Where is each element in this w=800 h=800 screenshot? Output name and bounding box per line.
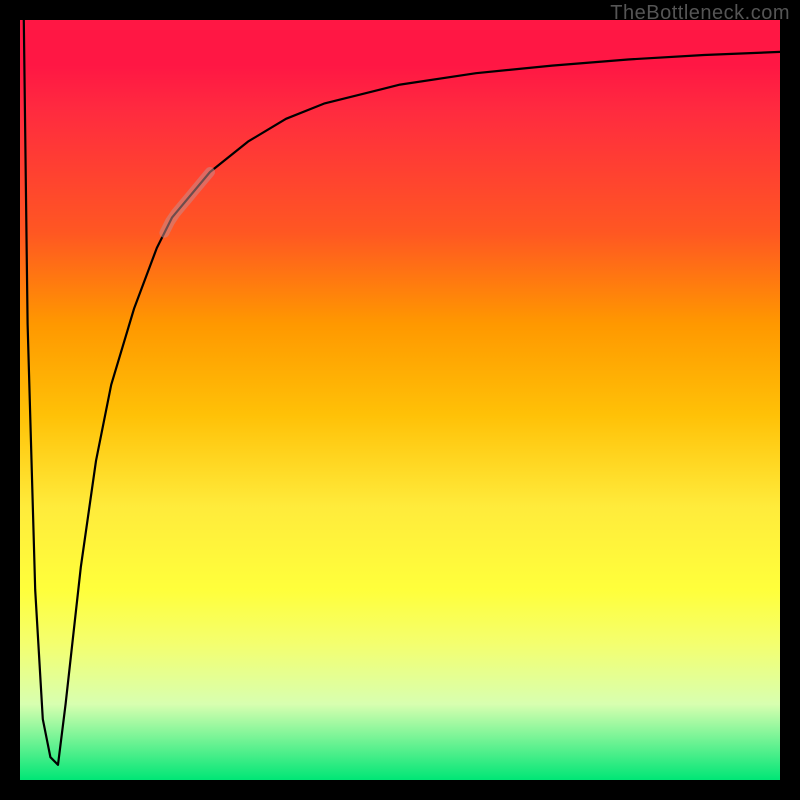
chart-stage: TheBottleneck.com [0, 0, 800, 800]
curve-svg [20, 20, 780, 780]
highlight-segment [164, 172, 210, 233]
plot-area [20, 20, 780, 780]
bottleneck-curve [24, 20, 780, 765]
